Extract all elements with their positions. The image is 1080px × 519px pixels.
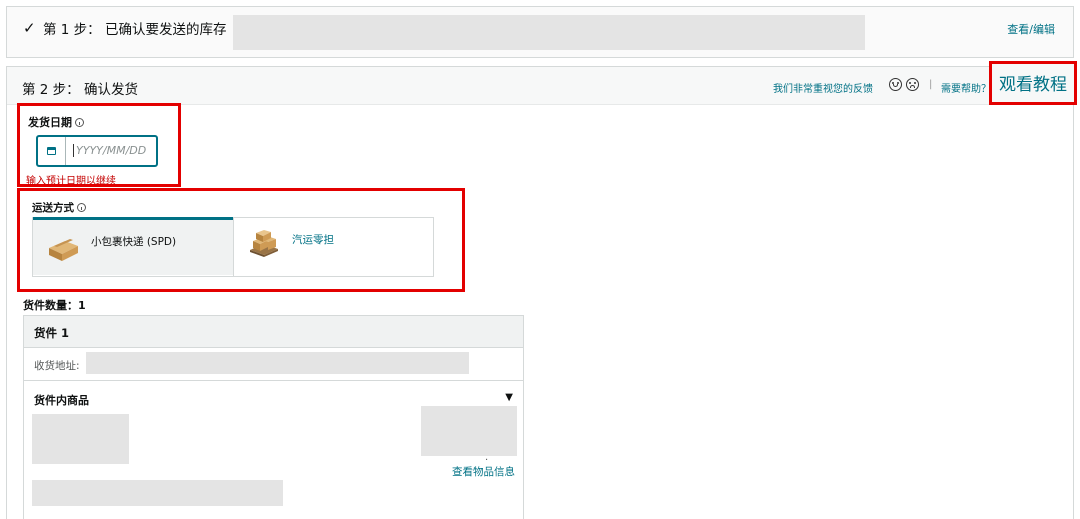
calendar-icon[interactable] (38, 137, 66, 165)
tutorial-highlight-box: 观看教程 (989, 61, 1077, 105)
shipment-header: 货件 1 (24, 316, 523, 348)
pallet-boxes-icon (250, 230, 278, 257)
redacted-address (86, 352, 469, 374)
shipping-option-label: 汽运零担 (292, 234, 334, 246)
step1-title: 第 1 步： 已确认要发送的库存 (43, 22, 227, 38)
step2-header: 第 2 步： 确认发货 我们非常重视您的反馈 | 需要帮助？ 观看教程 (7, 61, 1077, 105)
collapse-toggle-icon[interactable]: ▼ (505, 392, 513, 403)
info-icon[interactable] (75, 117, 84, 127)
ship-date-input[interactable]: YYYY/MM/DD (36, 135, 158, 167)
shipment-card: 货件 1 收货地址: 货件内商品 ▼ . 查看物品信息 (23, 315, 524, 519)
help-link[interactable]: 需要帮助？ (941, 80, 991, 95)
ship-date-section: 发货日期 YYYY/MM/DD 输入预计日期以继续 (17, 103, 181, 187)
items-label: 货件内商品 (34, 394, 89, 407)
address-row: 收货地址: (24, 348, 523, 381)
step1-panel: ✓ 第 1 步： 已确认要发送的库存 查看/编辑 (6, 6, 1074, 58)
address-label: 收货地址: (34, 360, 80, 372)
shipping-option-label: 小包裹快递 (SPD) (91, 236, 177, 248)
sad-face-icon[interactable] (906, 78, 919, 91)
watch-tutorial-link[interactable]: 观看教程 (999, 70, 1067, 95)
happy-face-icon[interactable] (889, 78, 902, 91)
shipping-option-ltl[interactable]: 汽运零担 (233, 218, 433, 276)
feedback-link[interactable]: 我们非常重视您的反馈 (773, 80, 873, 95)
shipping-method-options: 小包裹快递 (SPD) 汽运零担 (32, 217, 434, 277)
step2-panel: 第 2 步： 确认发货 我们非常重视您的反馈 | 需要帮助？ 观看教程 发货日期… (6, 61, 1077, 519)
shipping-method-label: 运送方式 (32, 200, 86, 215)
ship-date-placeholder: YYYY/MM/DD (73, 144, 146, 157)
ship-date-error: 输入预计日期以继续 (26, 176, 116, 187)
view-item-info-link[interactable]: 查看物品信息 (452, 464, 515, 479)
shipping-option-spd[interactable]: 小包裹快递 (SPD) (33, 217, 233, 275)
checkmark-icon: ✓ (23, 19, 36, 37)
ship-date-label: 发货日期 (28, 114, 84, 130)
redacted-item-info (421, 406, 517, 456)
dot-mark: . (485, 452, 489, 463)
shipment-count: 货件数量：1 (23, 299, 86, 312)
package-icon (49, 239, 78, 261)
redacted-item-image (32, 414, 129, 464)
info-icon[interactable] (77, 202, 86, 212)
view-edit-link[interactable]: 查看/编辑 (1007, 21, 1055, 37)
step2-title: 第 2 步： 确认发货 (22, 82, 138, 98)
redacted-item-title (32, 480, 283, 506)
shipping-method-section: 运送方式 小包裹快递 (SPD) 汽运零担 (17, 188, 465, 292)
redacted-block (233, 15, 865, 50)
separator: | (929, 79, 933, 90)
shipment-title: 货件 1 (34, 326, 70, 340)
